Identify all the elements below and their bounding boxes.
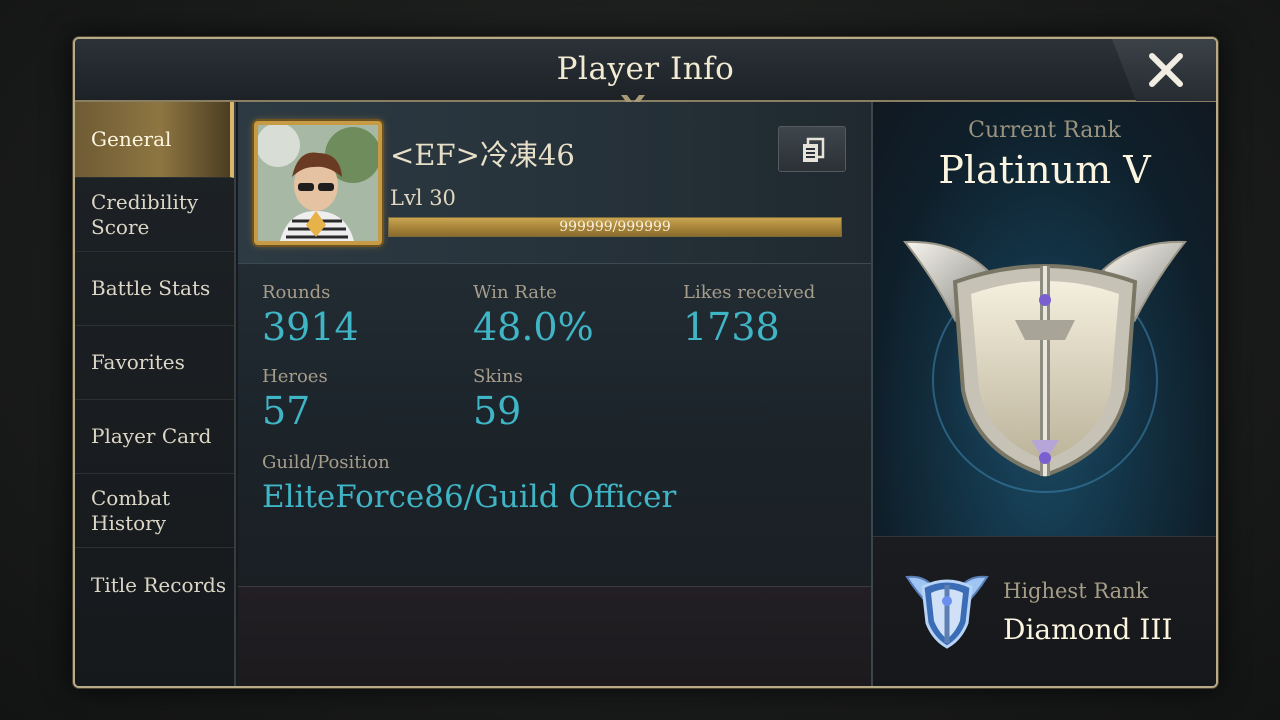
stat-likes-received: Likes received 1738 <box>683 282 815 349</box>
current-rank-label: Current Rank <box>968 118 1121 143</box>
stat-skins: Skins 59 <box>473 366 523 433</box>
player-name: <EF>冷凍46 <box>390 138 575 172</box>
sidebar-item-favorites[interactable]: Favorites <box>75 326 234 400</box>
close-icon <box>1149 53 1183 87</box>
stat-rounds: Rounds 3914 <box>262 282 359 349</box>
xp-progress-bar: 999999/999999 <box>388 217 842 237</box>
profile-header: <EF>冷凍46 Lvl 30 999999/999999 <box>238 102 871 264</box>
stat-label: Win Rate <box>473 282 557 303</box>
sidebar-item-label: Favorites <box>91 350 185 374</box>
stat-label: Likes received <box>683 282 816 303</box>
diamond-rank-emblem-icon <box>905 575 989 649</box>
player-stats: Rounds 3914 Win Rate 48.0% Likes receive… <box>238 270 871 584</box>
dialog-title: Player Info <box>556 51 735 87</box>
sidebar-item-general[interactable]: General <box>75 102 234 178</box>
guild-position-value[interactable]: EliteForce86/Guild Officer <box>262 479 676 515</box>
sidebar-item-credibility-score[interactable]: Credibility Score <box>75 178 234 252</box>
highest-rank-section: Highest Rank Diamond III <box>873 536 1216 686</box>
avatar-portrait-icon <box>258 125 378 241</box>
highest-rank-value: Diamond III <box>1003 613 1173 646</box>
general-content: <EF>冷凍46 Lvl 30 999999/999999 Rounds 391… <box>238 102 871 686</box>
avatar[interactable] <box>254 121 382 245</box>
stat-label: Guild/Position <box>262 452 390 473</box>
sidebar-item-combat-history[interactable]: Combat History <box>75 474 234 548</box>
stat-value: 1738 <box>683 305 780 349</box>
stat-value: 3914 <box>262 305 359 349</box>
sidebar-item-label: Title Records <box>91 572 227 597</box>
sidebar-item-label: General <box>91 127 172 151</box>
rank-panel: Current Rank Platinum V Highest Rank Dia… <box>871 102 1216 686</box>
stat-heroes: Heroes 57 <box>262 366 328 433</box>
sidebar-item-label: Player Card <box>91 424 212 448</box>
player-info-dialog: Player Info General Credibility Score Ba… <box>73 37 1218 688</box>
xp-progress-text: 999999/999999 <box>559 219 671 235</box>
sidebar-item-battle-stats[interactable]: Battle Stats <box>75 252 234 326</box>
sidebar-nav: General Credibility Score Battle Stats F… <box>75 102 236 686</box>
lower-empty-panel <box>238 586 871 686</box>
stat-value: 48.0% <box>473 305 594 349</box>
sidebar-item-label: Credibility Score <box>91 189 199 239</box>
highest-rank-label: Highest Rank <box>1003 579 1149 603</box>
stat-guild-position: Guild/Position EliteForce86/Guild Office… <box>262 452 676 515</box>
player-level: Lvl 30 <box>390 186 456 210</box>
stat-label: Heroes <box>262 366 328 387</box>
stat-value: 57 <box>262 389 311 433</box>
sidebar-item-player-card[interactable]: Player Card <box>75 400 234 474</box>
platinum-rank-emblem-icon <box>902 240 1188 495</box>
stat-win-rate: Win Rate 48.0% <box>473 282 594 349</box>
sidebar-item-title-records[interactable]: Title Records <box>75 548 234 622</box>
stat-label: Skins <box>473 366 523 387</box>
sidebar-item-label: Combat History <box>91 485 171 535</box>
stat-label: Rounds <box>262 282 331 303</box>
copy-icon <box>803 137 825 162</box>
copy-id-button[interactable] <box>778 126 846 172</box>
title-bar: Player Info <box>75 39 1216 111</box>
sidebar-item-label: Battle Stats <box>91 276 211 300</box>
current-rank-value: Platinum V <box>938 148 1151 192</box>
stat-value: 59 <box>473 389 522 433</box>
